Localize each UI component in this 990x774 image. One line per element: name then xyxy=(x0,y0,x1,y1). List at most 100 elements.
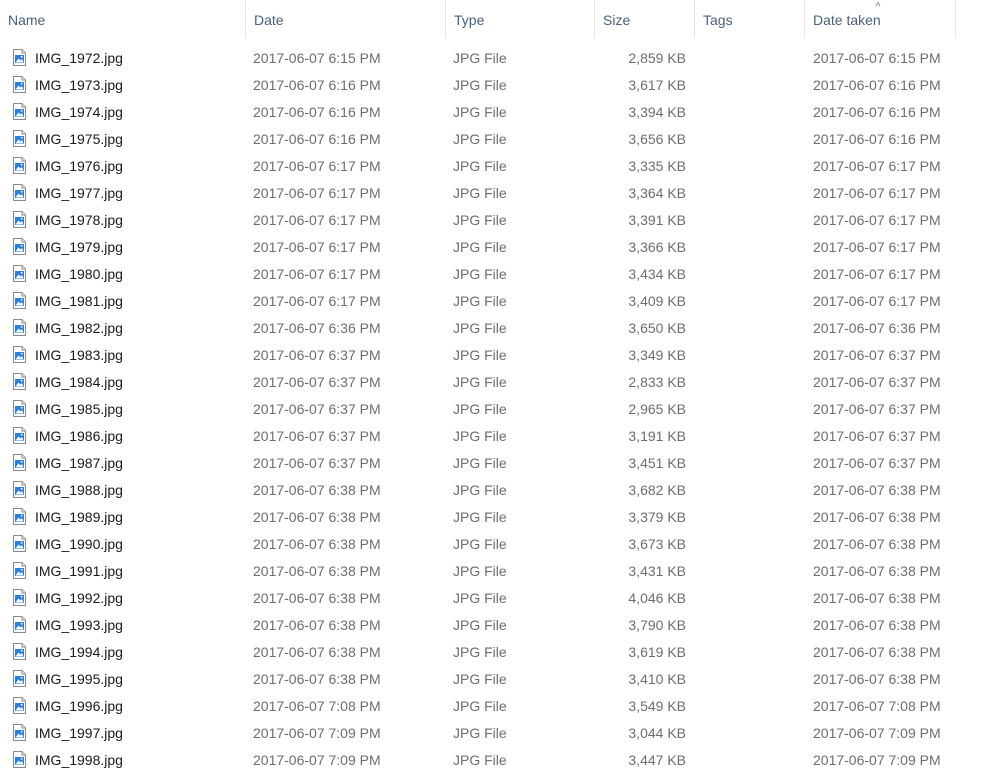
file-name[interactable]: IMG_1995.jpg xyxy=(35,666,123,693)
file-size: 3,191 KB xyxy=(628,428,686,444)
file-date: 2017-06-07 6:38 PM xyxy=(253,617,381,633)
file-name[interactable]: IMG_1986.jpg xyxy=(35,423,123,450)
file-row[interactable]: IMG_1975.jpg 2017-06-07 6:16 PM JPG File… xyxy=(0,126,990,153)
image-file-icon xyxy=(13,211,26,228)
file-name[interactable]: IMG_1993.jpg xyxy=(35,612,123,639)
file-date: 2017-06-07 6:15 PM xyxy=(253,50,381,66)
file-type: JPG File xyxy=(453,509,507,525)
file-row[interactable]: IMG_1994.jpg 2017-06-07 6:38 PM JPG File… xyxy=(0,639,990,666)
file-date: 2017-06-07 6:38 PM xyxy=(253,671,381,687)
file-row[interactable]: IMG_1978.jpg 2017-06-07 6:17 PM JPG File… xyxy=(0,207,990,234)
file-row[interactable]: IMG_1982.jpg 2017-06-07 6:36 PM JPG File… xyxy=(0,315,990,342)
file-size: 3,394 KB xyxy=(628,104,686,120)
column-header-row: Name Date Type Size Tags Date taken ^ xyxy=(0,0,990,40)
file-name[interactable]: IMG_1992.jpg xyxy=(35,585,123,612)
file-name[interactable]: IMG_1990.jpg xyxy=(35,531,123,558)
image-file-icon xyxy=(13,751,26,768)
file-date: 2017-06-07 6:16 PM xyxy=(253,77,381,93)
file-size: 3,349 KB xyxy=(628,347,686,363)
image-file-icon xyxy=(13,319,26,336)
file-size: 3,447 KB xyxy=(628,752,686,768)
file-size: 3,364 KB xyxy=(628,185,686,201)
image-file-icon xyxy=(13,346,26,363)
file-name[interactable]: IMG_1977.jpg xyxy=(35,180,123,207)
file-name[interactable]: IMG_1983.jpg xyxy=(35,342,123,369)
file-row[interactable]: IMG_1997.jpg 2017-06-07 7:09 PM JPG File… xyxy=(0,720,990,747)
file-row[interactable]: IMG_1995.jpg 2017-06-07 6:38 PM JPG File… xyxy=(0,666,990,693)
file-type: JPG File xyxy=(453,725,507,741)
file-row[interactable]: IMG_1979.jpg 2017-06-07 6:17 PM JPG File… xyxy=(0,234,990,261)
file-size: 3,619 KB xyxy=(628,644,686,660)
file-date-taken: 2017-06-07 6:38 PM xyxy=(813,482,941,498)
file-name[interactable]: IMG_1994.jpg xyxy=(35,639,123,666)
file-row[interactable]: IMG_1993.jpg 2017-06-07 6:38 PM JPG File… xyxy=(0,612,990,639)
file-row[interactable]: IMG_1972.jpg 2017-06-07 6:15 PM JPG File… xyxy=(0,45,990,72)
file-row[interactable]: IMG_1981.jpg 2017-06-07 6:17 PM JPG File… xyxy=(0,288,990,315)
file-row[interactable]: IMG_1973.jpg 2017-06-07 6:16 PM JPG File… xyxy=(0,72,990,99)
file-name[interactable]: IMG_1997.jpg xyxy=(35,720,123,747)
file-row[interactable]: IMG_1992.jpg 2017-06-07 6:38 PM JPG File… xyxy=(0,585,990,612)
file-name[interactable]: IMG_1985.jpg xyxy=(35,396,123,423)
file-name[interactable]: IMG_1972.jpg xyxy=(35,45,123,72)
file-date: 2017-06-07 7:09 PM xyxy=(253,752,381,768)
file-name[interactable]: IMG_1987.jpg xyxy=(35,450,123,477)
file-name[interactable]: IMG_1988.jpg xyxy=(35,477,123,504)
file-row[interactable]: IMG_1986.jpg 2017-06-07 6:37 PM JPG File… xyxy=(0,423,990,450)
file-date: 2017-06-07 6:16 PM xyxy=(253,131,381,147)
file-row[interactable]: IMG_1987.jpg 2017-06-07 6:37 PM JPG File… xyxy=(0,450,990,477)
file-name[interactable]: IMG_1974.jpg xyxy=(35,99,123,126)
file-row[interactable]: IMG_1989.jpg 2017-06-07 6:38 PM JPG File… xyxy=(0,504,990,531)
file-size: 3,335 KB xyxy=(628,158,686,174)
file-name[interactable]: IMG_1998.jpg xyxy=(35,747,123,774)
file-date-taken: 2017-06-07 7:08 PM xyxy=(813,698,941,714)
file-name[interactable]: IMG_1975.jpg xyxy=(35,126,123,153)
file-name[interactable]: IMG_1979.jpg xyxy=(35,234,123,261)
file-row[interactable]: IMG_1985.jpg 2017-06-07 6:37 PM JPG File… xyxy=(0,396,990,423)
file-name[interactable]: IMG_1984.jpg xyxy=(35,369,123,396)
column-header-size[interactable]: Size xyxy=(595,0,695,38)
file-row[interactable]: IMG_1991.jpg 2017-06-07 6:38 PM JPG File… xyxy=(0,558,990,585)
file-type: JPG File xyxy=(453,482,507,498)
file-date: 2017-06-07 6:17 PM xyxy=(253,212,381,228)
file-row[interactable]: IMG_1977.jpg 2017-06-07 6:17 PM JPG File… xyxy=(0,180,990,207)
column-header-name[interactable]: Name xyxy=(0,0,246,38)
file-name[interactable]: IMG_1973.jpg xyxy=(35,72,123,99)
file-row[interactable]: IMG_1980.jpg 2017-06-07 6:17 PM JPG File… xyxy=(0,261,990,288)
file-date-taken: 2017-06-07 6:17 PM xyxy=(813,239,941,255)
column-header-type[interactable]: Type xyxy=(446,0,595,38)
file-size: 3,379 KB xyxy=(628,509,686,525)
image-file-icon xyxy=(13,562,26,579)
file-type: JPG File xyxy=(453,185,507,201)
column-header-date[interactable]: Date xyxy=(246,0,446,38)
file-row[interactable]: IMG_1983.jpg 2017-06-07 6:37 PM JPG File… xyxy=(0,342,990,369)
file-row[interactable]: IMG_1974.jpg 2017-06-07 6:16 PM JPG File… xyxy=(0,99,990,126)
file-name[interactable]: IMG_1976.jpg xyxy=(35,153,123,180)
file-type: JPG File xyxy=(453,320,507,336)
column-header-tags[interactable]: Tags xyxy=(695,0,805,38)
file-row[interactable]: IMG_1984.jpg 2017-06-07 6:37 PM JPG File… xyxy=(0,369,990,396)
file-row[interactable]: IMG_1990.jpg 2017-06-07 6:38 PM JPG File… xyxy=(0,531,990,558)
image-file-icon xyxy=(13,724,26,741)
file-type: JPG File xyxy=(453,131,507,147)
file-date-taken: 2017-06-07 6:17 PM xyxy=(813,293,941,309)
file-row[interactable]: IMG_1996.jpg 2017-06-07 7:08 PM JPG File… xyxy=(0,693,990,720)
file-date: 2017-06-07 6:17 PM xyxy=(253,185,381,201)
file-date-taken: 2017-06-07 6:37 PM xyxy=(813,347,941,363)
file-name[interactable]: IMG_1989.jpg xyxy=(35,504,123,531)
file-date-taken: 2017-06-07 6:17 PM xyxy=(813,266,941,282)
file-row[interactable]: IMG_1998.jpg 2017-06-07 7:09 PM JPG File… xyxy=(0,747,990,774)
file-name[interactable]: IMG_1982.jpg xyxy=(35,315,123,342)
file-row[interactable]: IMG_1976.jpg 2017-06-07 6:17 PM JPG File… xyxy=(0,153,990,180)
file-name[interactable]: IMG_1996.jpg xyxy=(35,693,123,720)
file-name[interactable]: IMG_1980.jpg xyxy=(35,261,123,288)
file-type: JPG File xyxy=(453,77,507,93)
file-size: 3,431 KB xyxy=(628,563,686,579)
file-size: 3,391 KB xyxy=(628,212,686,228)
file-name[interactable]: IMG_1978.jpg xyxy=(35,207,123,234)
file-row[interactable]: IMG_1988.jpg 2017-06-07 6:38 PM JPG File… xyxy=(0,477,990,504)
file-name[interactable]: IMG_1991.jpg xyxy=(35,558,123,585)
file-type: JPG File xyxy=(453,563,507,579)
file-type: JPG File xyxy=(453,104,507,120)
file-name[interactable]: IMG_1981.jpg xyxy=(35,288,123,315)
file-date-taken: 2017-06-07 6:17 PM xyxy=(813,212,941,228)
